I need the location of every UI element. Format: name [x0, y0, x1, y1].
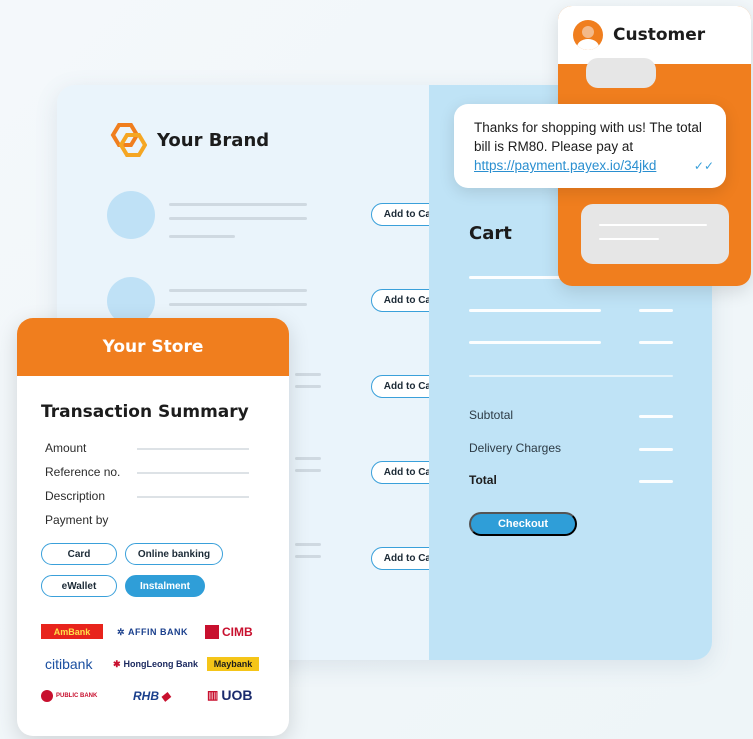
- product-row: Add to Cart: [107, 191, 451, 239]
- rhb-logo[interactable]: RHB ◆: [133, 688, 170, 704]
- chat-bubble: [581, 204, 729, 264]
- chat-bubble: [586, 58, 656, 88]
- transaction-summary-title: Transaction Summary: [41, 402, 249, 422]
- cimb-logo[interactable]: CIMB: [205, 624, 253, 640]
- brand-name: Your Brand: [157, 129, 270, 151]
- uob-logo[interactable]: ▥ UOB: [207, 687, 252, 703]
- description-value: [137, 496, 249, 498]
- payment-link[interactable]: https://payment.payex.io/34jkd: [474, 158, 656, 173]
- payment-card-option[interactable]: Card: [41, 543, 117, 565]
- double-check-icon: ✓✓: [693, 159, 714, 173]
- store-header: Your Store: [17, 318, 289, 376]
- hongleong-bank-logo[interactable]: ✱ HongLeong Bank: [113, 656, 198, 672]
- brand-logo-icon: [110, 123, 147, 157]
- maybank-logo[interactable]: Maybank: [207, 657, 259, 671]
- citibank-logo[interactable]: citibank: [45, 656, 92, 672]
- public-bank-icon: [41, 690, 53, 702]
- reference-value: [137, 472, 249, 474]
- customer-name: Customer: [613, 25, 706, 45]
- public-bank-logo[interactable]: PUBLIC BANK: [41, 688, 97, 704]
- subtotal-label: Subtotal: [469, 408, 514, 422]
- store-card: Your Store Transaction Summary Amount Re…: [17, 318, 289, 736]
- brand: Your Brand: [107, 123, 269, 157]
- cimb-icon: [205, 625, 219, 639]
- payment-online-banking-option[interactable]: Online banking: [125, 543, 223, 565]
- payment-by-label: Payment by: [45, 513, 109, 527]
- description-label: Description: [45, 489, 106, 503]
- amount-value: [137, 448, 249, 450]
- reference-label: Reference no.: [45, 465, 121, 479]
- affin-bank-logo[interactable]: ✲ AFFIN BANK: [117, 624, 188, 640]
- avatar: [573, 20, 603, 50]
- amount-label: Amount: [45, 441, 87, 455]
- payment-message: Thanks for shopping with us! The total b…: [454, 104, 726, 188]
- product-image: [107, 191, 155, 239]
- delivery-label: Delivery Charges: [469, 441, 562, 455]
- chat-header: Customer: [558, 6, 751, 64]
- cart-title: Cart: [469, 223, 512, 244]
- payment-ewallet-option[interactable]: eWallet: [41, 575, 117, 597]
- total-label: Total: [469, 473, 497, 487]
- checkout-button[interactable]: Checkout: [469, 512, 577, 536]
- message-text: Thanks for shopping with us! The total b…: [474, 120, 702, 154]
- ambank-logo[interactable]: AmBank: [41, 624, 103, 639]
- payment-instalment-option[interactable]: Instalment: [125, 575, 205, 597]
- store-title: Your Store: [102, 337, 204, 357]
